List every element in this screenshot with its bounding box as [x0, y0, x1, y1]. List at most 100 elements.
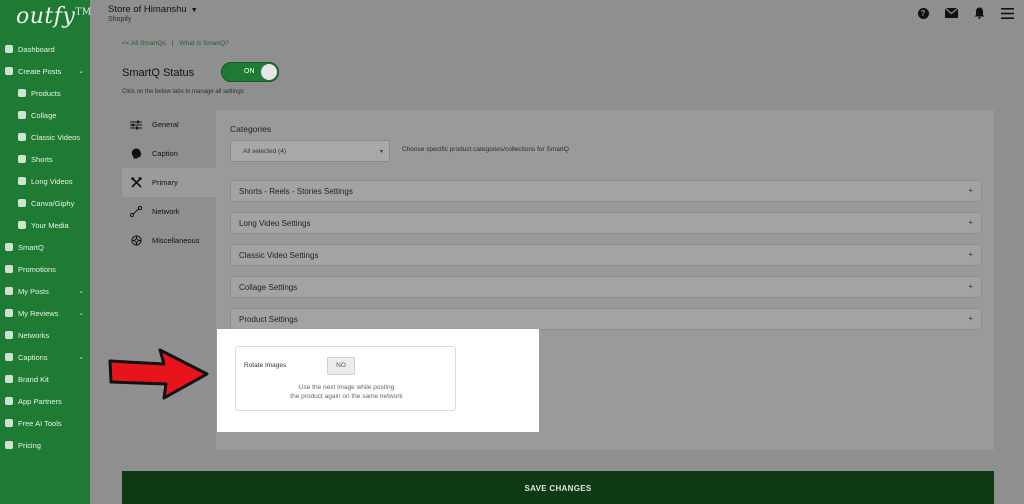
header-actions: ?: [916, 6, 1014, 20]
rotate-images-toggle[interactable]: NO: [327, 357, 355, 375]
sidebar-item-captions[interactable]: Captions ⌄: [0, 346, 90, 368]
sidebar-item-label: Promotions: [18, 264, 56, 274]
accordion-label: Long Video Settings: [239, 219, 311, 228]
sidebar-item-label: Dashboard: [18, 44, 55, 54]
sidebar-item-dashboard[interactable]: Dashboard: [0, 38, 90, 60]
bell-icon[interactable]: [972, 6, 986, 20]
brand-logo[interactable]: outfyTM: [16, 4, 92, 29]
breadcrumb-separator: |: [171, 40, 174, 47]
store-name: Store of Himanshu: [108, 4, 187, 15]
sidebar-item-pricing[interactable]: Pricing: [0, 434, 90, 456]
tab-network[interactable]: Network: [122, 197, 216, 226]
accordion-long-video[interactable]: Long Video Settings +: [230, 212, 982, 234]
caret-down-icon: ▾: [379, 149, 383, 155]
sidebar-item-free-ai-tools[interactable]: Free AI Tools: [0, 412, 90, 434]
accordion-label: Product Settings: [239, 315, 298, 324]
tab-general[interactable]: General: [122, 110, 216, 139]
sidebar-item-my-posts[interactable]: My Posts ⌄: [0, 280, 90, 302]
sidebar: outfyTM Dashboard Create Posts ⌄ Products Co…: [0, 0, 92, 504]
sidebar-item-your-media[interactable]: Your Media: [0, 214, 90, 236]
sliders-icon: [130, 120, 142, 130]
description-line: Use the next image while posting: [298, 384, 395, 391]
accordion-collage[interactable]: Collage Settings +: [230, 276, 982, 298]
red-arrow-icon: [108, 348, 209, 400]
caret-down-icon: ▼: [190, 7, 198, 14]
sidebar-item-label: Classic Videos: [31, 132, 81, 142]
sidebar-item-promotions[interactable]: Promotions: [0, 258, 90, 280]
misc-icon: [130, 235, 142, 246]
chevron-down-icon: ⌄: [78, 354, 84, 361]
tab-miscellaneous[interactable]: Miscellaneous: [122, 226, 216, 255]
save-changes-button[interactable]: SAVE CHANGES: [122, 471, 994, 504]
caption-head-icon: [130, 148, 142, 159]
back-link[interactable]: << All SmartQs: [122, 40, 166, 47]
categories-description: Choose specific product categories/colle…: [402, 146, 569, 153]
pencil-icon: [5, 67, 13, 75]
tab-label: Miscellaneous: [152, 236, 200, 245]
sidebar-item-classic-videos[interactable]: Classic Videos: [0, 126, 90, 148]
menu-icon[interactable]: [1000, 6, 1014, 20]
categories-select[interactable]: All selected (4) ▾: [230, 140, 390, 162]
tab-label: Caption: [152, 149, 178, 158]
sidebar-item-label: My Reviews: [18, 308, 59, 318]
store-switcher[interactable]: Store of Himanshu ▼: [108, 4, 198, 15]
collage-icon: [18, 111, 26, 119]
sidebar-item-long-videos[interactable]: Long Videos: [0, 170, 90, 192]
save-changes-label: SAVE CHANGES: [524, 484, 592, 493]
plus-icon: +: [968, 218, 973, 227]
settings-hint: Click on the below tabs to manage all se…: [122, 89, 244, 95]
sidebar-item-label: Products: [31, 88, 61, 98]
sidebar-item-collage[interactable]: Collage: [0, 104, 90, 126]
top-bar: Store of Himanshu ▼ Shopify ?: [90, 0, 1024, 30]
sidebar-item-label: Shorts: [31, 154, 53, 164]
sidebar-item-create-posts[interactable]: Create Posts ⌄: [0, 60, 90, 82]
smartq-status-label: SmartQ Status: [122, 67, 195, 79]
tab-primary[interactable]: Primary: [122, 168, 216, 197]
sidebar-item-app-partners[interactable]: App Partners: [0, 390, 90, 412]
canva-icon: [18, 199, 26, 207]
chevron-down-icon: ⌄: [78, 68, 84, 75]
plus-icon: +: [968, 186, 973, 195]
network-icon: [130, 206, 142, 217]
sidebar-item-label: Brand Kit: [18, 374, 49, 384]
tab-label: Network: [152, 207, 180, 216]
sidebar-item-shorts[interactable]: Shorts: [0, 148, 90, 170]
plus-icon: +: [968, 314, 973, 323]
mail-icon[interactable]: [944, 6, 958, 20]
partners-icon: [5, 397, 13, 405]
sidebar-item-label: Networks: [18, 330, 50, 340]
smartq-status-toggle[interactable]: ON: [221, 62, 279, 82]
sidebar-item-products[interactable]: Products: [0, 82, 90, 104]
categories-label: Categories: [230, 124, 272, 134]
video-icon: [18, 177, 26, 185]
product-settings-highlight: Rotate Images NO Use the next image whil…: [217, 329, 539, 432]
smartq-icon: [5, 243, 13, 251]
tab-caption[interactable]: Caption: [122, 139, 216, 168]
brand-kit-icon: [5, 375, 13, 383]
sidebar-item-label: My Posts: [18, 286, 49, 296]
toggle-knob: [261, 64, 277, 80]
rotate-images-description: Use the next image while posting the pro…: [236, 384, 457, 402]
platform-label: Shopify: [108, 16, 132, 23]
sidebar-item-canva-giphy[interactable]: Canva/Giphy: [0, 192, 90, 214]
sidebar-item-label: App Partners: [18, 396, 62, 406]
accordion-product[interactable]: Product Settings +: [230, 308, 982, 330]
sidebar-item-my-reviews[interactable]: My Reviews ⌄: [0, 302, 90, 324]
help-icon[interactable]: ?: [916, 6, 930, 20]
play-icon: [18, 133, 26, 141]
sidebar-item-label: Pricing: [18, 440, 41, 450]
sidebar-item-label: Free AI Tools: [18, 418, 62, 428]
categories-selected-value: All selected (4): [243, 148, 286, 155]
sidebar-item-smartq[interactable]: SmartQ: [0, 236, 90, 258]
tab-label: General: [152, 120, 179, 129]
chevron-down-icon: ⌄: [78, 310, 84, 317]
breadcrumb: << All SmartQs | What is SmartQ?: [122, 40, 229, 47]
what-is-smartq-link[interactable]: What is SmartQ?: [179, 40, 228, 47]
accordion-label: Collage Settings: [239, 283, 298, 292]
star-icon: [5, 309, 13, 317]
sidebar-item-brand-kit[interactable]: Brand Kit: [0, 368, 90, 390]
accordion-classic-video[interactable]: Classic Video Settings +: [230, 244, 982, 266]
sidebar-item-networks[interactable]: Networks: [0, 324, 90, 346]
chevron-down-icon: ⌄: [78, 288, 84, 295]
accordion-shorts-reels-stories[interactable]: Shorts - Reels - Stories Settings +: [230, 180, 982, 202]
